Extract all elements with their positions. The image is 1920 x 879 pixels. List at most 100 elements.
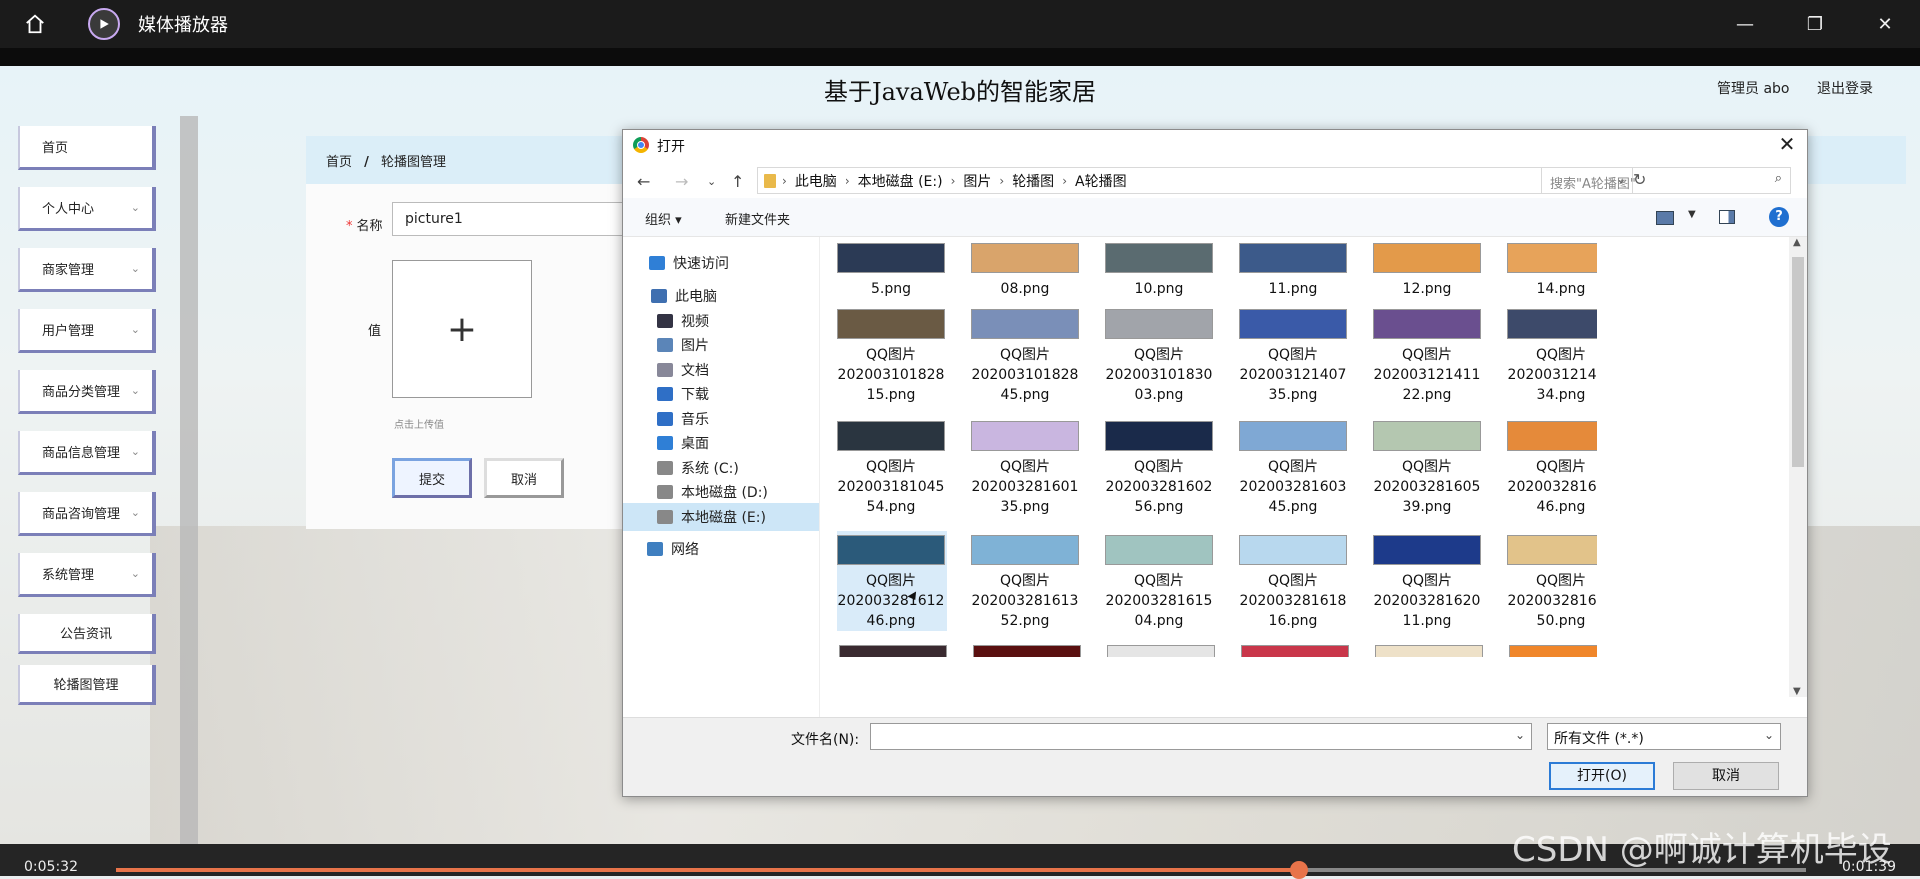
file-tile[interactable]: QQ图片 202003281601 35.png bbox=[969, 417, 1081, 517]
nav-item[interactable]: 本地磁盘 (E:) bbox=[623, 503, 819, 531]
path-segment[interactable]: 轮播图 bbox=[1012, 171, 1054, 191]
path-segment[interactable]: A轮播图 bbox=[1075, 171, 1127, 191]
file-thumbnail-partial[interactable] bbox=[973, 645, 1081, 657]
sidebar-item-5[interactable]: 商品信息管理 ⌄ bbox=[18, 431, 156, 475]
scroll-up-icon[interactable]: ▲ bbox=[1793, 237, 1801, 248]
path-segment[interactable]: 此电脑 bbox=[795, 171, 837, 191]
file-tile[interactable]: QQ图片 202003281613 52.png bbox=[969, 531, 1081, 631]
file-tile[interactable]: QQ图片 202003281615 04.png bbox=[1103, 531, 1215, 631]
file-thumbnail-partial[interactable] bbox=[1375, 645, 1483, 657]
file-thumbnail-partial[interactable] bbox=[839, 645, 947, 657]
filename-dropdown-icon[interactable]: ⌄ bbox=[1515, 728, 1525, 742]
file-tile[interactable]: QQ图片 202003121411 22.png bbox=[1371, 305, 1483, 405]
nav-item[interactable]: 此电脑 bbox=[623, 282, 819, 310]
seek-knob[interactable] bbox=[1290, 861, 1308, 879]
view-mode-icon[interactable] bbox=[1656, 211, 1674, 225]
path-segment[interactable]: 图片 bbox=[963, 171, 991, 191]
file-tile[interactable]: QQ图片 202003281612 46.png bbox=[837, 531, 947, 631]
file-tile[interactable]: 11.png bbox=[1237, 239, 1349, 299]
sidebar-item-0[interactable]: 首页 bbox=[18, 126, 156, 170]
close-icon[interactable]: ✕ bbox=[1850, 0, 1920, 48]
carousel-form: * 名称 picture1 值 + 点击上传值 提交 取消 bbox=[306, 184, 636, 529]
breadcrumb-home[interactable]: 首页 bbox=[326, 155, 352, 170]
filename-input[interactable]: ⌄ bbox=[870, 723, 1532, 750]
nav-item[interactable]: 图片 bbox=[623, 331, 819, 359]
sidebar-item-4[interactable]: 商品分类管理 ⌄ bbox=[18, 370, 156, 414]
path-segment[interactable]: 本地磁盘 (E:) bbox=[858, 171, 943, 191]
file-thumbnail-partial[interactable] bbox=[1241, 645, 1349, 657]
preview-pane-icon[interactable] bbox=[1719, 210, 1735, 224]
restore-icon[interactable]: ❐ bbox=[1780, 0, 1850, 48]
file-tile[interactable]: QQ图片 202003281603 45.png bbox=[1237, 417, 1349, 517]
file-name-line: 202003101828 bbox=[971, 367, 1079, 383]
organize-button[interactable]: 组织 ▾ bbox=[645, 209, 682, 228]
dialog-close-icon[interactable]: ✕ bbox=[1775, 132, 1799, 156]
sidebar-item-9[interactable]: 轮播图管理 bbox=[18, 665, 156, 705]
file-tile[interactable]: 14.png bbox=[1505, 239, 1597, 299]
logout-link[interactable]: 退出登录 bbox=[1817, 78, 1873, 98]
scroll-down-icon[interactable]: ▼ bbox=[1793, 686, 1801, 697]
file-tile[interactable]: QQ图片 202003121407 35.png bbox=[1237, 305, 1349, 405]
file-grid-scrollbar[interactable]: ▲ ▼ bbox=[1789, 237, 1807, 697]
forward-arrow-icon[interactable]: → bbox=[675, 172, 688, 191]
file-tile[interactable]: QQ图片 202003101828 15.png bbox=[837, 305, 947, 405]
file-tile[interactable]: QQ图片 202003281620 50.png bbox=[1505, 531, 1597, 631]
file-tile[interactable]: QQ图片 202003281602 56.png bbox=[1103, 417, 1215, 517]
image-uploader[interactable]: + bbox=[392, 260, 532, 398]
new-folder-button[interactable]: 新建文件夹 bbox=[725, 209, 790, 228]
address-bar[interactable]: › 此电脑 › 本地磁盘 (E:) › 图片 › 轮播图 › A轮播图 ⌄ bbox=[757, 167, 1633, 194]
nav-item[interactable]: 快速访问 bbox=[623, 249, 819, 277]
sidebar-item-3[interactable]: 用户管理 ⌄ bbox=[18, 309, 156, 353]
sidebar-item-2[interactable]: 商家管理 ⌄ bbox=[18, 248, 156, 292]
computer-icon bbox=[651, 289, 667, 303]
back-arrow-icon[interactable]: ← bbox=[637, 172, 650, 191]
view-dropdown-icon[interactable]: ▼ bbox=[1688, 209, 1696, 220]
filetype-select[interactable]: 所有文件 (*.*) ⌄ bbox=[1547, 723, 1781, 750]
filetype-dropdown-icon[interactable]: ⌄ bbox=[1764, 728, 1774, 742]
file-tile[interactable]: QQ图片 202003181045 54.png bbox=[837, 417, 947, 517]
file-tile[interactable]: QQ图片 202003101828 45.png bbox=[969, 305, 1081, 405]
path-separator-icon[interactable]: › bbox=[1062, 174, 1067, 188]
file-thumbnail-partial[interactable] bbox=[1107, 645, 1215, 657]
file-tile[interactable]: 08.png bbox=[969, 239, 1081, 299]
path-separator-icon[interactable]: › bbox=[951, 174, 956, 188]
up-arrow-icon[interactable]: ↑ bbox=[731, 172, 744, 191]
file-name-line: 50.png bbox=[1536, 613, 1586, 629]
file-name-line: 202003121412 bbox=[1507, 367, 1597, 383]
file-tile[interactable]: QQ图片 202003101830 03.png bbox=[1103, 305, 1215, 405]
file-tile[interactable]: QQ图片 202003281620 11.png bbox=[1371, 531, 1483, 631]
path-separator-icon[interactable]: › bbox=[845, 174, 850, 188]
file-tile[interactable]: 12.png bbox=[1371, 239, 1483, 299]
home-icon[interactable] bbox=[0, 0, 70, 48]
path-separator-icon[interactable]: › bbox=[999, 174, 1004, 188]
file-name-line: 11.png bbox=[1268, 281, 1318, 297]
file-tile[interactable]: QQ图片 202003281618 16.png bbox=[1237, 531, 1349, 631]
file-name-line: QQ图片 bbox=[1133, 459, 1185, 475]
nav-item[interactable]: 桌面 bbox=[623, 429, 819, 457]
nav-item[interactable]: 下载 bbox=[623, 380, 819, 408]
sidebar-item-7[interactable]: 系统管理 ⌄ bbox=[18, 553, 156, 597]
nav-item[interactable]: 本地磁盘 (D:) bbox=[623, 478, 819, 506]
dialog-cancel-button[interactable]: 取消 bbox=[1673, 762, 1779, 790]
file-thumbnail-partial[interactable] bbox=[1509, 645, 1597, 657]
file-tile[interactable]: QQ图片 202003281607 46.png bbox=[1505, 417, 1597, 517]
minimize-icon[interactable]: — bbox=[1710, 0, 1780, 48]
sidebar-item-1[interactable]: 个人中心 ⌄ bbox=[18, 187, 156, 231]
path-separator-icon[interactable]: › bbox=[782, 174, 787, 188]
scroll-thumb[interactable] bbox=[1792, 257, 1804, 467]
submit-button[interactable]: 提交 bbox=[392, 458, 472, 498]
sidebar-item-8[interactable]: 公告资讯 bbox=[18, 614, 156, 654]
search-input[interactable]: 搜索"A轮播图" ⌕ bbox=[1541, 167, 1791, 194]
nav-item[interactable]: 网络 bbox=[623, 535, 819, 563]
cancel-button[interactable]: 取消 bbox=[484, 458, 564, 498]
recent-dropdown-icon[interactable]: ⌄ bbox=[707, 175, 716, 188]
file-tile[interactable]: 5.png bbox=[837, 239, 947, 299]
file-thumbnail bbox=[1507, 535, 1597, 565]
help-icon[interactable]: ? bbox=[1769, 207, 1789, 227]
open-button[interactable]: 打开(O) bbox=[1549, 762, 1655, 790]
name-input[interactable]: picture1 bbox=[392, 202, 632, 236]
file-tile[interactable]: QQ图片 202003121412 34.png bbox=[1505, 305, 1597, 405]
file-tile[interactable]: QQ图片 202003281605 39.png bbox=[1371, 417, 1483, 517]
sidebar-item-6[interactable]: 商品咨询管理 ⌄ bbox=[18, 492, 156, 536]
file-tile[interactable]: 10.png bbox=[1103, 239, 1215, 299]
